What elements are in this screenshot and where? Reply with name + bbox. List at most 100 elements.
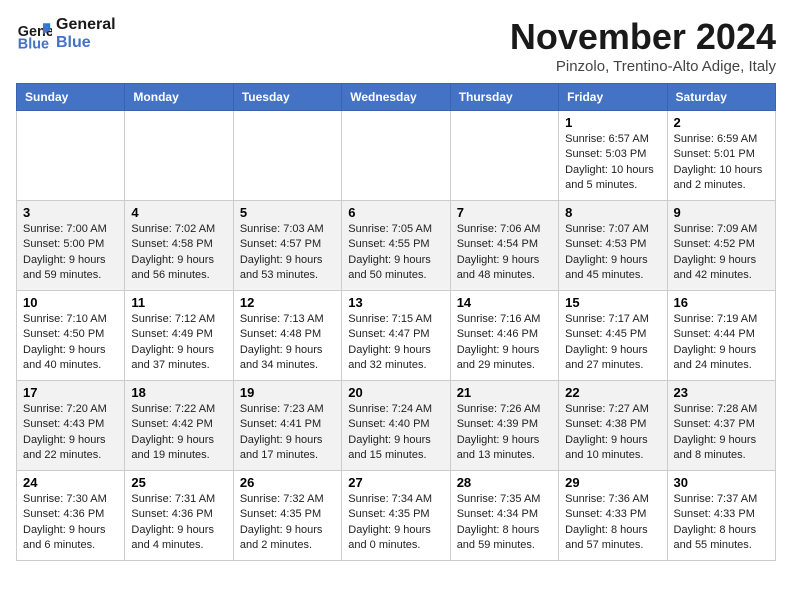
day-info: Sunrise: 7:34 AM Sunset: 4:35 PM Dayligh… [348, 492, 443, 554]
day-info: Sunrise: 6:59 AM Sunset: 5:01 PM Dayligh… [674, 132, 769, 194]
logo-line1: General [56, 16, 116, 34]
day-number: 15 [565, 295, 660, 310]
calendar-cell: 30 Sunrise: 7:37 AM Sunset: 4:33 PM Dayli… [667, 471, 775, 561]
day-number: 23 [674, 385, 769, 400]
day-info: Sunrise: 7:30 AM Sunset: 4:36 PM Dayligh… [23, 492, 118, 554]
calendar-week-4: 17Sunrise: 7:20 AM Sunset: 4:43 PM Dayli… [17, 381, 776, 471]
weekday-header-monday: Monday [125, 84, 233, 111]
day-number: 17 [23, 385, 118, 400]
day-number: 20 [348, 385, 443, 400]
calendar-cell: 7 Sunrise: 7:06 AM Sunset: 4:54 PM Daylig… [450, 201, 558, 291]
day-info: Sunrise: 7:05 AM Sunset: 4:55 PM Dayligh… [348, 222, 443, 284]
day-info: Sunrise: 7:09 AM Sunset: 4:52 PM Dayligh… [674, 222, 769, 284]
day-info: Sunrise: 7:32 AM Sunset: 4:35 PM Dayligh… [240, 492, 335, 554]
day-number: 21 [457, 385, 552, 400]
day-info: Sunrise: 7:15 AM Sunset: 4:47 PM Dayligh… [348, 312, 443, 374]
day-number: 22 [565, 385, 660, 400]
day-number: 13 [348, 295, 443, 310]
day-number: 10 [23, 295, 118, 310]
calendar-cell: 11 Sunrise: 7:12 AM Sunset: 4:49 PM Dayli… [125, 291, 233, 381]
calendar-cell: 22 Sunrise: 7:27 AM Sunset: 4:38 PM Dayli… [559, 381, 667, 471]
weekday-header-saturday: Saturday [667, 84, 775, 111]
calendar-cell: 5 Sunrise: 7:03 AM Sunset: 4:57 PM Daylig… [233, 201, 341, 291]
calendar-cell: 28 Sunrise: 7:35 AM Sunset: 4:34 PM Dayli… [450, 471, 558, 561]
calendar-cell: 15 Sunrise: 7:17 AM Sunset: 4:45 PM Dayli… [559, 291, 667, 381]
day-number: 3 [23, 205, 118, 220]
calendar-cell: 17Sunrise: 7:20 AM Sunset: 4:43 PM Dayli… [17, 381, 125, 471]
day-info: Sunrise: 7:23 AM Sunset: 4:41 PM Dayligh… [240, 402, 335, 464]
weekday-header-thursday: Thursday [450, 84, 558, 111]
day-info: Sunrise: 7:28 AM Sunset: 4:37 PM Dayligh… [674, 402, 769, 464]
day-number: 19 [240, 385, 335, 400]
calendar-cell [233, 111, 341, 201]
calendar-cell: 26 Sunrise: 7:32 AM Sunset: 4:35 PM Dayli… [233, 471, 341, 561]
day-number: 24 [23, 475, 118, 490]
calendar-cell: 24 Sunrise: 7:30 AM Sunset: 4:36 PM Dayli… [17, 471, 125, 561]
day-info: Sunrise: 7:00 AM Sunset: 5:00 PM Dayligh… [23, 222, 118, 284]
calendar-table: SundayMondayTuesdayWednesdayThursdayFrid… [16, 83, 776, 561]
day-number: 26 [240, 475, 335, 490]
day-number: 18 [131, 385, 226, 400]
day-info: Sunrise: 7:13 AM Sunset: 4:48 PM Dayligh… [240, 312, 335, 374]
calendar-week-1: 1 Sunrise: 6:57 AM Sunset: 5:03 PM Daylig… [17, 111, 776, 201]
day-info: Sunrise: 7:24 AM Sunset: 4:40 PM Dayligh… [348, 402, 443, 464]
calendar-cell [17, 111, 125, 201]
calendar-cell: 10 Sunrise: 7:10 AM Sunset: 4:50 PM Dayli… [17, 291, 125, 381]
calendar-cell [342, 111, 450, 201]
calendar-cell: 16 Sunrise: 7:19 AM Sunset: 4:44 PM Dayli… [667, 291, 775, 381]
weekday-header-sunday: Sunday [17, 84, 125, 111]
day-info: Sunrise: 7:19 AM Sunset: 4:44 PM Dayligh… [674, 312, 769, 374]
calendar-week-2: 3 Sunrise: 7:00 AM Sunset: 5:00 PM Daylig… [17, 201, 776, 291]
day-info: Sunrise: 7:17 AM Sunset: 4:45 PM Dayligh… [565, 312, 660, 374]
day-number: 8 [565, 205, 660, 220]
day-number: 25 [131, 475, 226, 490]
day-info: Sunrise: 7:03 AM Sunset: 4:57 PM Dayligh… [240, 222, 335, 284]
calendar-cell: 23 Sunrise: 7:28 AM Sunset: 4:37 PM Dayli… [667, 381, 775, 471]
day-number: 11 [131, 295, 226, 310]
day-number: 7 [457, 205, 552, 220]
day-info: Sunrise: 7:10 AM Sunset: 4:50 PM Dayligh… [23, 312, 118, 374]
day-info: Sunrise: 7:26 AM Sunset: 4:39 PM Dayligh… [457, 402, 552, 464]
day-number: 16 [674, 295, 769, 310]
day-info: Sunrise: 7:35 AM Sunset: 4:34 PM Dayligh… [457, 492, 552, 554]
logo-icon: General Blue [16, 16, 52, 52]
svg-text:Blue: Blue [18, 36, 49, 52]
day-number: 1 [565, 115, 660, 130]
day-info: Sunrise: 7:36 AM Sunset: 4:33 PM Dayligh… [565, 492, 660, 554]
day-number: 6 [348, 205, 443, 220]
calendar-cell: 1 Sunrise: 6:57 AM Sunset: 5:03 PM Daylig… [559, 111, 667, 201]
calendar-cell: 8Sunrise: 7:07 AM Sunset: 4:53 PM Daylig… [559, 201, 667, 291]
calendar-week-3: 10 Sunrise: 7:10 AM Sunset: 4:50 PM Dayli… [17, 291, 776, 381]
calendar-cell: 14Sunrise: 7:16 AM Sunset: 4:46 PM Dayli… [450, 291, 558, 381]
page-header: General Blue General Blue November 2024 … [16, 16, 776, 75]
location: Pinzolo, Trentino-Alto Adige, Italy [510, 58, 776, 75]
day-info: Sunrise: 7:27 AM Sunset: 4:38 PM Dayligh… [565, 402, 660, 464]
calendar-cell: 3 Sunrise: 7:00 AM Sunset: 5:00 PM Daylig… [17, 201, 125, 291]
day-number: 28 [457, 475, 552, 490]
day-number: 5 [240, 205, 335, 220]
calendar-body: 1 Sunrise: 6:57 AM Sunset: 5:03 PM Daylig… [17, 111, 776, 561]
day-info: Sunrise: 7:06 AM Sunset: 4:54 PM Dayligh… [457, 222, 552, 284]
calendar-cell: 29Sunrise: 7:36 AM Sunset: 4:33 PM Dayli… [559, 471, 667, 561]
month-title: November 2024 [510, 16, 776, 58]
weekday-header-friday: Friday [559, 84, 667, 111]
day-number: 4 [131, 205, 226, 220]
day-number: 30 [674, 475, 769, 490]
day-number: 27 [348, 475, 443, 490]
calendar-cell: 13 Sunrise: 7:15 AM Sunset: 4:47 PM Dayli… [342, 291, 450, 381]
day-info: Sunrise: 7:37 AM Sunset: 4:33 PM Dayligh… [674, 492, 769, 554]
calendar-week-5: 24 Sunrise: 7:30 AM Sunset: 4:36 PM Dayli… [17, 471, 776, 561]
day-info: Sunrise: 7:31 AM Sunset: 4:36 PM Dayligh… [131, 492, 226, 554]
day-info: Sunrise: 7:12 AM Sunset: 4:49 PM Dayligh… [131, 312, 226, 374]
day-info: Sunrise: 6:57 AM Sunset: 5:03 PM Dayligh… [565, 132, 660, 194]
calendar-cell [125, 111, 233, 201]
calendar-cell: 21 Sunrise: 7:26 AM Sunset: 4:39 PM Dayli… [450, 381, 558, 471]
day-info: Sunrise: 7:22 AM Sunset: 4:42 PM Dayligh… [131, 402, 226, 464]
day-number: 12 [240, 295, 335, 310]
calendar-cell: 20 Sunrise: 7:24 AM Sunset: 4:40 PM Dayli… [342, 381, 450, 471]
weekday-header-row: SundayMondayTuesdayWednesdayThursdayFrid… [17, 84, 776, 111]
calendar-cell: 9Sunrise: 7:09 AM Sunset: 4:52 PM Daylig… [667, 201, 775, 291]
calendar-cell: 12 Sunrise: 7:13 AM Sunset: 4:48 PM Dayli… [233, 291, 341, 381]
day-info: Sunrise: 7:02 AM Sunset: 4:58 PM Dayligh… [131, 222, 226, 284]
calendar-header: SundayMondayTuesdayWednesdayThursdayFrid… [17, 84, 776, 111]
